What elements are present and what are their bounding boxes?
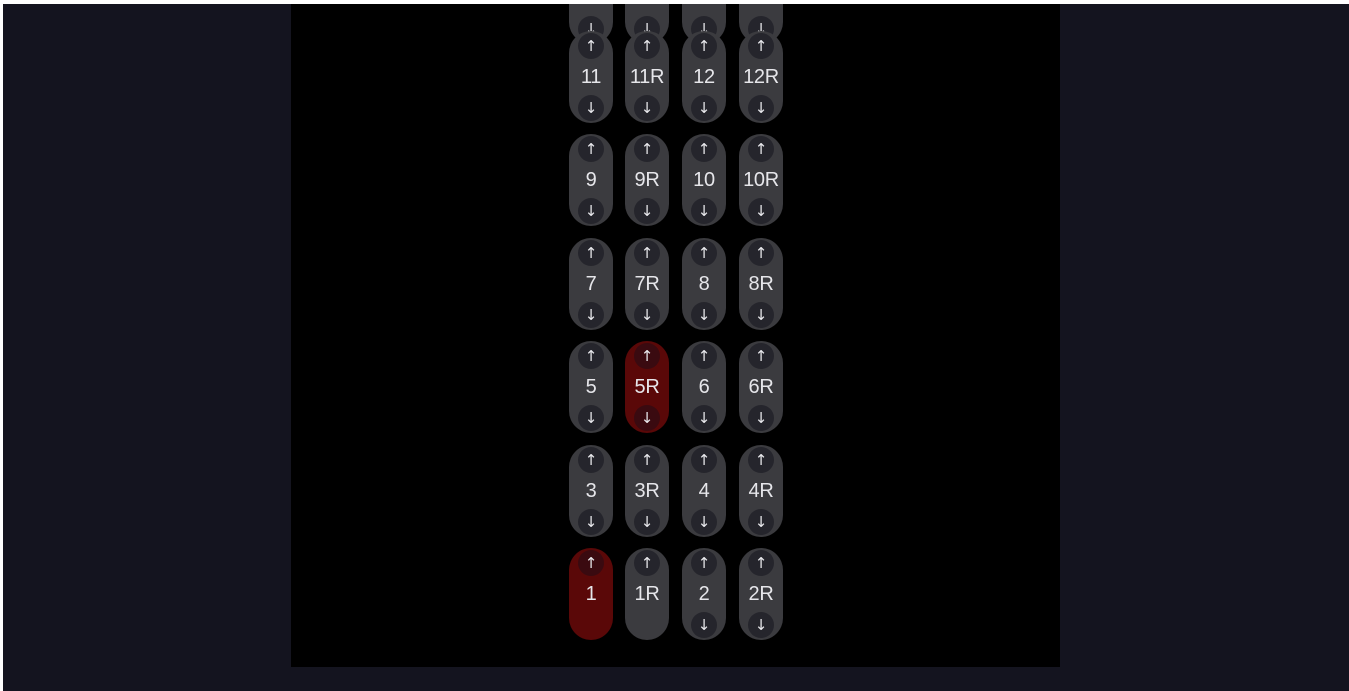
floor-button-7[interactable]: ↑ 7 ↓ <box>569 238 613 330</box>
floor-label: 10 <box>693 169 715 191</box>
floor-button-6[interactable]: ↑ 6 ↓ <box>682 341 726 433</box>
up-arrow-icon[interactable]: ↑ <box>691 136 717 162</box>
down-arrow-icon[interactable]: ↓ <box>748 612 774 638</box>
floor-label: 6R <box>748 376 774 398</box>
floor-label: 5 <box>585 376 597 398</box>
floor-label: 2R <box>748 583 774 605</box>
down-arrow-icon[interactable]: ↓ <box>748 95 774 121</box>
up-arrow-icon[interactable]: ↑ <box>578 447 604 473</box>
floor-label: 7R <box>634 273 660 295</box>
floor-button-1r[interactable]: ↑ 1R <box>625 548 669 640</box>
floor-label: 8 <box>698 273 710 295</box>
up-arrow-icon[interactable]: ↑ <box>578 343 604 369</box>
down-arrow-icon[interactable]: ↓ <box>634 405 660 431</box>
floor-button-1[interactable]: ↑ 1 <box>569 548 613 640</box>
floor-button-4[interactable]: ↑ 4 ↓ <box>682 445 726 537</box>
down-arrow-icon[interactable]: ↓ <box>691 612 717 638</box>
floor-button-9r[interactable]: ↑ 9R ↓ <box>625 134 669 226</box>
floor-label: 4R <box>748 480 774 502</box>
up-arrow-icon[interactable]: ↑ <box>634 136 660 162</box>
down-arrow-icon[interactable]: ↓ <box>748 509 774 535</box>
up-arrow-icon[interactable]: ↑ <box>691 240 717 266</box>
floor-button-5r[interactable]: ↑ 5R ↓ <box>625 341 669 433</box>
down-arrow-icon[interactable]: ↓ <box>578 198 604 224</box>
floor-label: 3 <box>585 480 597 502</box>
up-arrow-icon[interactable]: ↑ <box>748 343 774 369</box>
down-arrow-icon[interactable]: ↓ <box>691 405 717 431</box>
floor-label: 11R <box>629 66 665 88</box>
floor-button-10r[interactable]: ↑ 10R ↓ <box>739 134 783 226</box>
floor-label: 1R <box>634 583 660 605</box>
floor-button-3[interactable]: ↑ 3 ↓ <box>569 445 613 537</box>
up-arrow-icon[interactable]: ↑ <box>578 136 604 162</box>
up-arrow-icon[interactable]: ↑ <box>748 447 774 473</box>
floor-button-8r[interactable]: ↑ 8R ↓ <box>739 238 783 330</box>
up-arrow-icon[interactable]: ↑ <box>634 447 660 473</box>
down-arrow-icon[interactable]: ↓ <box>578 302 604 328</box>
floor-button-5[interactable]: ↑ 5 ↓ <box>569 341 613 433</box>
up-arrow-icon[interactable]: ↑ <box>748 33 774 59</box>
floor-button-2[interactable]: ↑ 2 ↓ <box>682 548 726 640</box>
floor-button-11r[interactable]: ↑ 11R ↓ <box>625 31 669 123</box>
down-arrow-icon[interactable]: ↓ <box>691 509 717 535</box>
up-arrow-icon[interactable]: ↑ <box>578 240 604 266</box>
floor-button-8[interactable]: ↑ 8 ↓ <box>682 238 726 330</box>
down-arrow-icon[interactable]: ↓ <box>634 198 660 224</box>
floor-button-7r[interactable]: ↑ 7R ↓ <box>625 238 669 330</box>
down-arrow-icon[interactable]: ↓ <box>634 95 660 121</box>
floor-label: 4 <box>698 480 710 502</box>
down-arrow-icon[interactable]: ↓ <box>578 405 604 431</box>
floor-button-10[interactable]: ↑ 10 ↓ <box>682 134 726 226</box>
floor-label: 10R <box>743 169 779 191</box>
left-border <box>0 0 3 691</box>
up-arrow-icon[interactable]: ↑ <box>691 550 717 576</box>
down-arrow-icon[interactable]: ↓ <box>634 302 660 328</box>
floor-button-11[interactable]: ↑ 11 ↓ <box>569 31 613 123</box>
floor-button-9[interactable]: ↑ 9 ↓ <box>569 134 613 226</box>
floor-button-3r[interactable]: ↑ 3R ↓ <box>625 445 669 537</box>
up-arrow-icon[interactable]: ↑ <box>691 343 717 369</box>
floor-label: 2 <box>698 583 710 605</box>
up-arrow-icon[interactable]: ↑ <box>691 447 717 473</box>
floor-label: 7 <box>585 273 597 295</box>
floor-label: 9R <box>634 169 660 191</box>
elevator-panel: ↓ ↓ ↓ ↓ ↑ 11 ↓ ↑ 11R ↓ ↑ 12 ↓ ↑ 12R ↓ ↑ 9 ↓ ↑ 9R ↓ ↑ 10 ↓ ↑ 10R ↓ ↑ 7… <box>291 4 1060 667</box>
floor-label: 8R <box>748 273 774 295</box>
up-arrow-icon[interactable]: ↑ <box>748 240 774 266</box>
down-arrow-icon[interactable]: ↓ <box>691 302 717 328</box>
floor-label: 11 <box>580 66 602 88</box>
up-arrow-icon[interactable]: ↑ <box>634 343 660 369</box>
floor-button-6r[interactable]: ↑ 6R ↓ <box>739 341 783 433</box>
floor-label: 6 <box>698 376 710 398</box>
down-arrow-icon[interactable]: ↓ <box>748 302 774 328</box>
floor-button-12r[interactable]: ↑ 12R ↓ <box>739 31 783 123</box>
floor-button-12[interactable]: ↑ 12 ↓ <box>682 31 726 123</box>
up-arrow-icon[interactable]: ↑ <box>634 33 660 59</box>
up-arrow-icon[interactable]: ↑ <box>578 550 604 576</box>
down-arrow-icon[interactable]: ↓ <box>691 198 717 224</box>
floor-label: 5R <box>634 376 660 398</box>
down-arrow-icon[interactable]: ↓ <box>748 405 774 431</box>
floor-label: 12R <box>743 66 779 88</box>
floor-label: 1 <box>585 583 597 605</box>
up-arrow-icon[interactable]: ↑ <box>634 550 660 576</box>
up-arrow-icon[interactable]: ↑ <box>748 136 774 162</box>
floor-label: 3R <box>634 480 660 502</box>
down-arrow-icon[interactable]: ↓ <box>748 198 774 224</box>
down-arrow-icon[interactable]: ↓ <box>578 509 604 535</box>
up-arrow-icon[interactable]: ↑ <box>578 33 604 59</box>
floor-button-2r[interactable]: ↑ 2R ↓ <box>739 548 783 640</box>
floor-label: 9 <box>585 169 597 191</box>
floor-button-4r[interactable]: ↑ 4R ↓ <box>739 445 783 537</box>
down-arrow-icon[interactable]: ↓ <box>634 509 660 535</box>
down-arrow-icon[interactable]: ↓ <box>691 95 717 121</box>
up-arrow-icon[interactable]: ↑ <box>748 550 774 576</box>
up-arrow-icon[interactable]: ↑ <box>634 240 660 266</box>
up-arrow-icon[interactable]: ↑ <box>691 33 717 59</box>
floor-label: 12 <box>693 66 715 88</box>
down-arrow-icon[interactable]: ↓ <box>578 95 604 121</box>
